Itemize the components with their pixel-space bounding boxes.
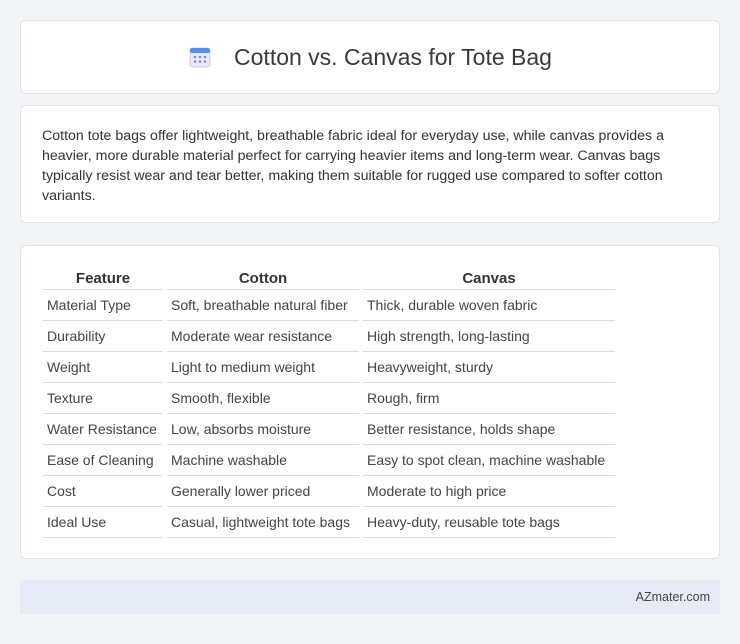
cotton-cell: Light to medium weight xyxy=(167,352,359,383)
cotton-cell: Casual, lightweight tote bags xyxy=(167,507,359,538)
table-row: Durability Moderate wear resistance High… xyxy=(43,321,615,352)
header-canvas: Canvas xyxy=(363,266,615,290)
cotton-cell: Smooth, flexible xyxy=(167,383,359,414)
page-title: Cotton vs. Canvas for Tote Bag xyxy=(234,43,552,70)
feature-cell: Weight xyxy=(43,352,163,383)
footer: AZmater.com xyxy=(20,580,720,614)
table-header-row: Feature Cotton Canvas xyxy=(43,266,615,290)
table-row: Cost Generally lower priced Moderate to … xyxy=(43,476,615,507)
feature-cell: Ideal Use xyxy=(43,507,163,538)
header-card: Cotton vs. Canvas for Tote Bag xyxy=(20,20,720,94)
calendar-icon xyxy=(189,47,211,68)
canvas-cell: Moderate to high price xyxy=(363,476,615,507)
canvas-cell: Heavyweight, sturdy xyxy=(363,352,615,383)
header-cotton: Cotton xyxy=(167,266,359,290)
feature-cell: Water Resistance xyxy=(43,414,163,445)
footer-site-link[interactable]: AZmater.com xyxy=(636,590,710,604)
canvas-cell: Better resistance, holds shape xyxy=(363,414,615,445)
table-row: Ideal Use Casual, lightweight tote bags … xyxy=(43,507,615,538)
cotton-cell: Machine washable xyxy=(167,445,359,476)
header-feature: Feature xyxy=(43,266,163,290)
table-row: Texture Smooth, flexible Rough, firm xyxy=(43,383,615,414)
table-row: Ease of Cleaning Machine washable Easy t… xyxy=(43,445,615,476)
intro-text: Cotton tote bags offer lightweight, brea… xyxy=(42,128,664,204)
table-card: Feature Cotton Canvas Material Type Soft… xyxy=(20,245,720,559)
title-wrap: Cotton vs. Canvas for Tote Bag xyxy=(188,44,552,71)
cotton-cell: Generally lower priced xyxy=(167,476,359,507)
canvas-cell: Thick, durable woven fabric xyxy=(363,290,615,321)
intro-card: Cotton tote bags offer lightweight, brea… xyxy=(20,105,720,223)
feature-cell: Texture xyxy=(43,383,163,414)
canvas-cell: Rough, firm xyxy=(363,383,615,414)
feature-cell: Durability xyxy=(43,321,163,352)
feature-cell: Cost xyxy=(43,476,163,507)
canvas-cell: Easy to spot clean, machine washable xyxy=(363,445,615,476)
canvas-cell: High strength, long-lasting xyxy=(363,321,615,352)
cotton-cell: Moderate wear resistance xyxy=(167,321,359,352)
table-row: Weight Light to medium weight Heavyweigh… xyxy=(43,352,615,383)
feature-cell: Ease of Cleaning xyxy=(43,445,163,476)
cotton-cell: Low, absorbs moisture xyxy=(167,414,359,445)
canvas-cell: Heavy-duty, reusable tote bags xyxy=(363,507,615,538)
table-row: Material Type Soft, breathable natural f… xyxy=(43,290,615,321)
table-row: Water Resistance Low, absorbs moisture B… xyxy=(43,414,615,445)
feature-cell: Material Type xyxy=(43,290,163,321)
cotton-cell: Soft, breathable natural fiber xyxy=(167,290,359,321)
comparison-table: Feature Cotton Canvas Material Type Soft… xyxy=(39,266,619,538)
